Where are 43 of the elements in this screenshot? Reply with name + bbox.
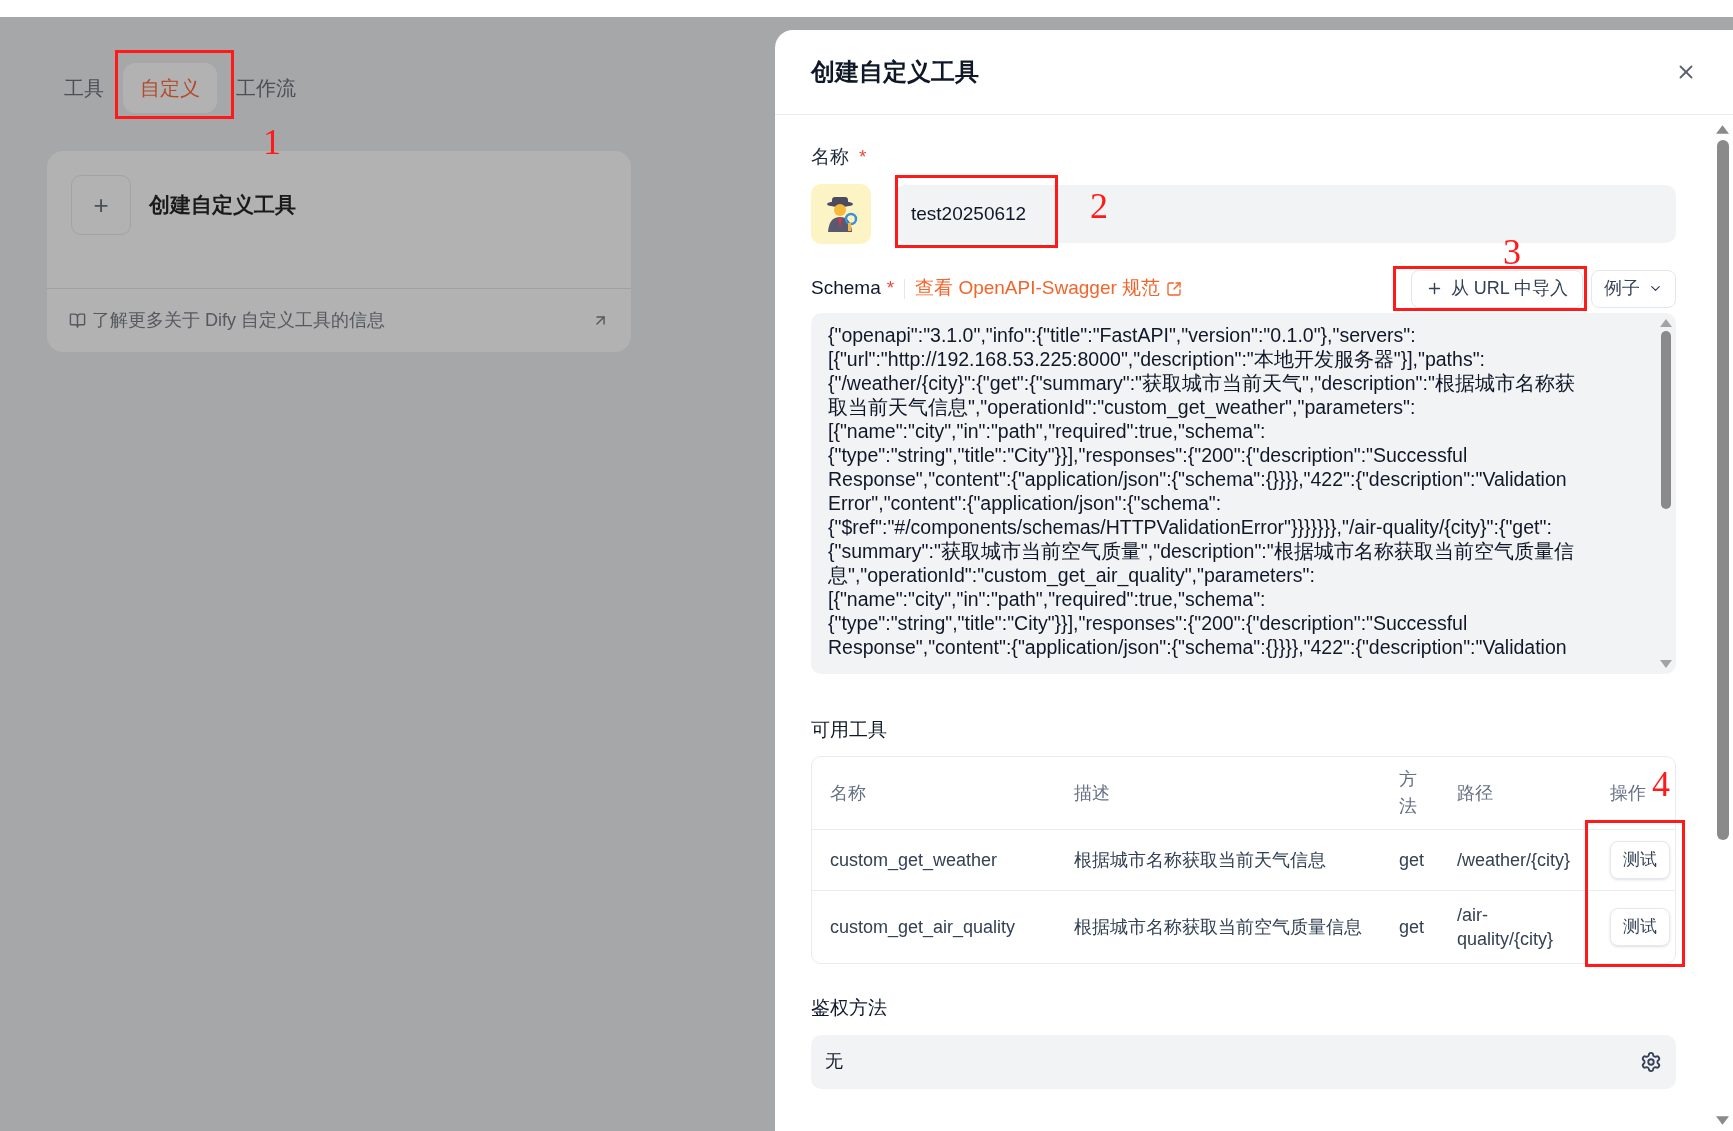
drawer-title: 创建自定义工具 [811,57,979,87]
table-cell-text: get [1398,915,1426,939]
column-header: 方法 [1399,769,1417,816]
section-label: 可用工具 [811,717,888,742]
select-value: 无 [825,1050,843,1073]
scrollbar-thumb[interactable] [1661,330,1671,509]
required-mark: * [859,145,867,169]
table-cell-text: /air-quality/{city} [1456,904,1555,951]
column-header: 操作 [1610,782,1646,803]
annotation-number: 2 [1090,186,1108,226]
field-label: Schema [811,276,881,301]
scroll-down-icon[interactable] [1660,659,1672,668]
table-cell-text: 根据城市名称获取当前天气信息 [1073,848,1327,872]
auth-select[interactable]: 无 [811,1034,1676,1089]
book-icon [69,312,86,329]
annotation-number: 4 [1652,764,1670,804]
test-button[interactable]: 测试 [1610,908,1670,946]
scroll-up-icon[interactable] [1716,125,1729,134]
schema-field[interactable] [811,312,1676,674]
avatar-tile[interactable] [811,183,871,244]
table-cell-text: 根据城市名称获取当前空气质量信息 [1073,915,1363,939]
column-header: 名称 [830,782,866,803]
column-header: 描述 [1074,782,1110,803]
table-cell-text: get [1398,848,1426,872]
add-button[interactable]: + [71,175,131,235]
settings-icon[interactable] [1640,1050,1662,1073]
test-button[interactable]: 测试 [1610,841,1670,879]
required-mark: * [886,276,895,301]
column-header: 路径 [1457,782,1493,803]
table-cell-text: /weather/{city} [1456,849,1572,872]
table-cell-text: custom_get_air_quality [829,915,1017,940]
scrollbar-thumb[interactable] [1716,140,1729,840]
import-url-button[interactable]: 从 URL 中导入 [1410,269,1583,308]
scroll-down-icon[interactable] [1716,1116,1729,1125]
example-dropdown[interactable]: 例子 [1591,269,1676,308]
annotation-number: 1 [263,122,281,162]
external-link-icon[interactable] [1166,280,1183,297]
field-label: 名称 [811,145,849,169]
card-title: 创建自定义工具 [149,192,296,218]
section-label: 鉴权方法 [811,996,888,1020]
table-cell-text: custom_get_weather [829,848,999,873]
schema-text: {"openapi":"3.1.0","info":{"title":"FastAPI","version":"0.1.0"},"servers": [{"url":"http://192.168.53.225:8000","description":"本地开发服务器"}],"paths": {"/weather/{city}":{"get":{"summary":"获取城市当前天气","description":"根据城市名称获 取当前天气信息","operationId":"custom_get_weather","parameters": [{"name":"city","in":"path","required":true,"schema": {"type":"string","title":"City"}}],"responses":{"200":{"description":"Successful Response","content":{"application/json":{"schema":{}}}},"422":{"description":"Validation Error","content":{"application/json":{"schema": {"$ref":"#/components/schemas/HTTPValidationError"}}}}}}},"/air-quality/{city}":{"get": {"summary":"获取城市当前空气质量","description":"根据城市名称获取当前空气质量信 息","operationId":"custom_get_air_quality","parameters": [{"name":"city","in":"path","required":true,"schema": {"type":"string","title":"City"}}],"responses":{"200":{"description":"Successful Response","content":{"application/json":{"schema":{}}}},"422":{"description":"Validation [827,322,1576,660]
scroll-up-icon[interactable] [1660,318,1672,327]
